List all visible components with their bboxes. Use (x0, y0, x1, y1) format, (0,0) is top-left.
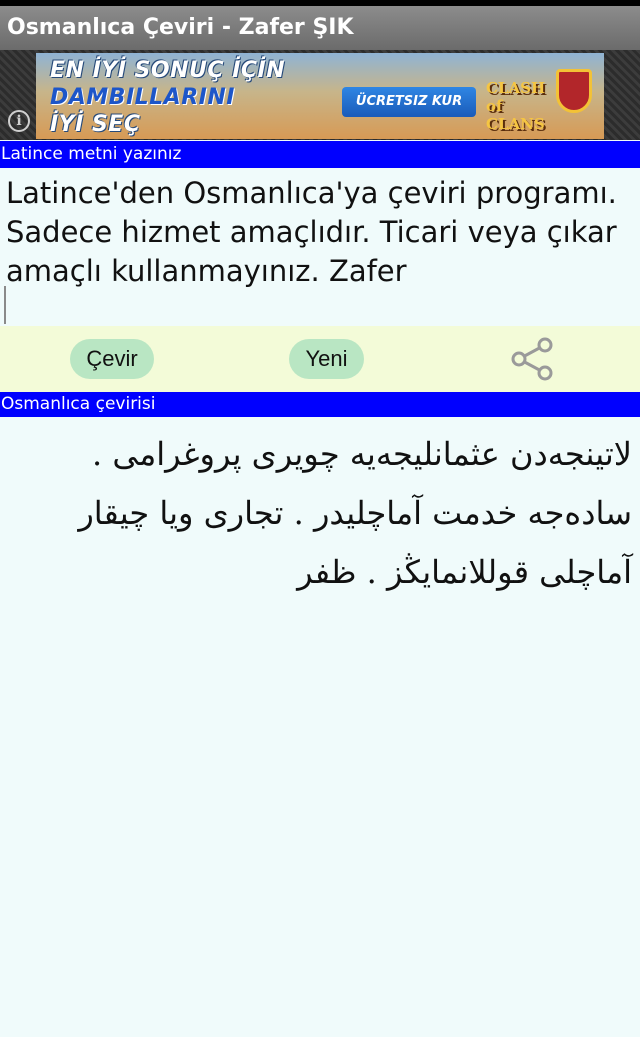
latin-text-input[interactable]: Latince'den Osmanlıca'ya çeviri programı… (0, 168, 640, 326)
share-icon[interactable] (509, 336, 555, 382)
ad-line-1: EN İYİ SONUÇ İÇİN (50, 58, 286, 83)
app-title: Osmanlıca Çeviri - Zafer ŞIK (0, 6, 640, 50)
ad-headline: EN İYİ SONUÇ İÇİN DAMBILLARINI İYİ SEÇ (50, 57, 310, 138)
ad-info-icon[interactable]: i (8, 110, 30, 132)
latin-text-value[interactable]: Latince'den Osmanlıca'ya çeviri programı… (6, 174, 634, 291)
ad-install-button[interactable]: ÜCRETSIZ KUR (342, 87, 476, 117)
ad-line-2: DAMBILLARINI (50, 85, 235, 110)
ad-brand-text: CLASH of CLANS (486, 79, 546, 133)
translate-button[interactable]: Çevir (70, 339, 154, 379)
input-header: Latince metni yazınız (0, 141, 640, 168)
output-header: Osmanlıca çevirisi (0, 392, 640, 417)
ad-banner[interactable]: EN İYİ SONUÇ İÇİN DAMBILLARINI İYİ SEÇ Ü… (36, 53, 604, 139)
ad-container[interactable]: i EN İYİ SONUÇ İÇİN DAMBILLARINI İYİ SEÇ… (0, 50, 640, 140)
action-bar: Çevir Yeni (0, 326, 640, 392)
new-button[interactable]: Yeni (289, 339, 364, 379)
shield-icon (556, 69, 592, 113)
ottoman-output-area: لاتينجەدن عثمانليجەيە چويرى پروغرامى . س… (0, 417, 640, 1037)
ottoman-text-value: لاتينجەدن عثمانليجەيە چويرى پروغرامى . س… (78, 435, 632, 591)
ad-line-3: İYİ SEÇ (50, 112, 141, 137)
ad-brand-logo: CLASH of CLANS (486, 69, 596, 133)
text-caret (4, 286, 6, 324)
